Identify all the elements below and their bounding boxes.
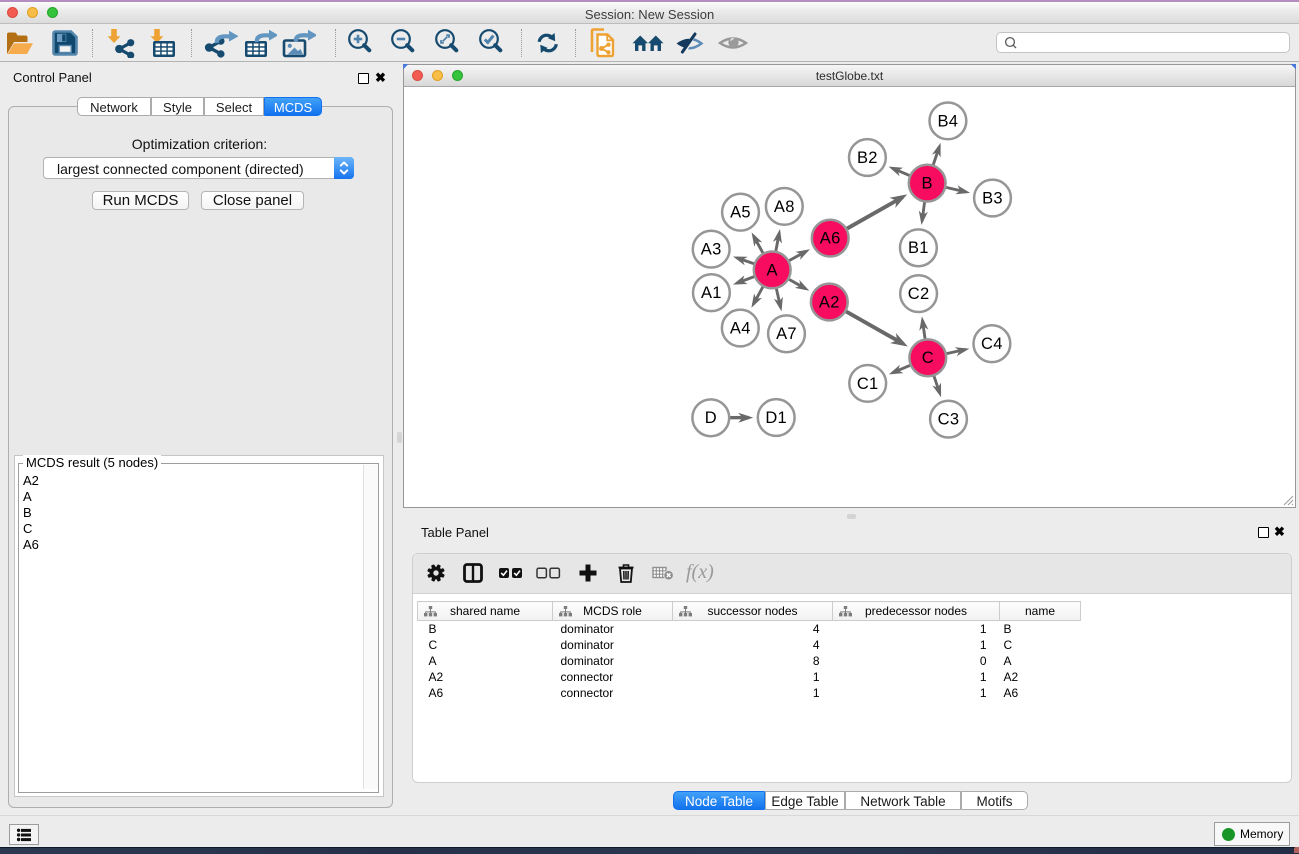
svg-text:B2: B2 [857,149,878,167]
svg-text:A5: A5 [730,204,751,222]
svg-text:A4: A4 [730,319,751,337]
svg-text:C3: C3 [938,411,960,429]
svg-text:B1: B1 [908,239,929,257]
svg-text:C1: C1 [857,375,879,393]
svg-text:B4: B4 [938,112,959,130]
svg-text:D1: D1 [765,409,787,427]
svg-text:A7: A7 [776,325,797,343]
svg-text:C: C [922,349,934,367]
svg-text:B: B [922,175,933,193]
svg-text:D: D [705,409,717,427]
svg-text:A3: A3 [701,241,722,259]
svg-text:B3: B3 [982,189,1003,207]
svg-text:A6: A6 [820,230,841,248]
svg-text:A1: A1 [701,284,722,302]
svg-text:A8: A8 [774,198,795,216]
svg-text:C2: C2 [908,285,930,303]
svg-text:A: A [767,261,778,279]
svg-text:C4: C4 [981,335,1003,353]
svg-text:A2: A2 [819,293,840,311]
